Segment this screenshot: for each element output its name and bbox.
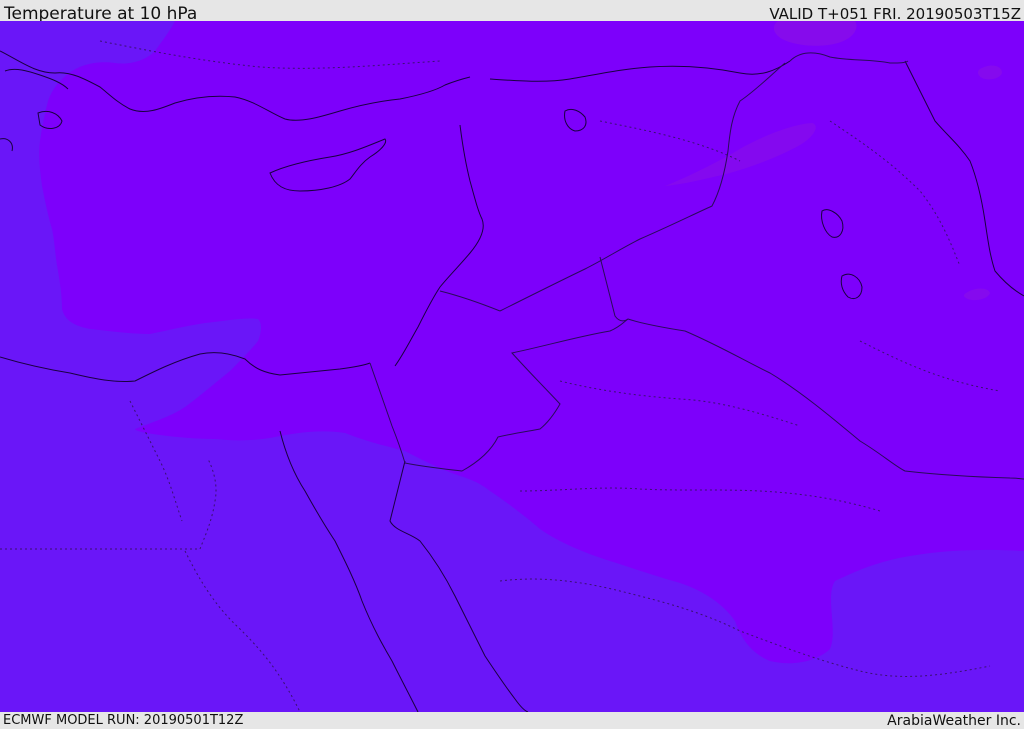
- map-canvas: [0, 21, 1024, 712]
- model-run-label: ECMWF MODEL RUN: 20190501T12Z: [3, 713, 244, 728]
- header-bar: Temperature at 10 hPa VALID T+051 FRI. 2…: [0, 0, 1024, 24]
- footer-bar: ECMWF MODEL RUN: 20190501T12Z ArabiaWeat…: [0, 712, 1024, 729]
- map-area: [0, 21, 1024, 712]
- weather-map-figure: Temperature at 10 hPa VALID T+051 FRI. 2…: [0, 0, 1024, 729]
- credit-label: ArabiaWeather Inc.: [887, 713, 1021, 729]
